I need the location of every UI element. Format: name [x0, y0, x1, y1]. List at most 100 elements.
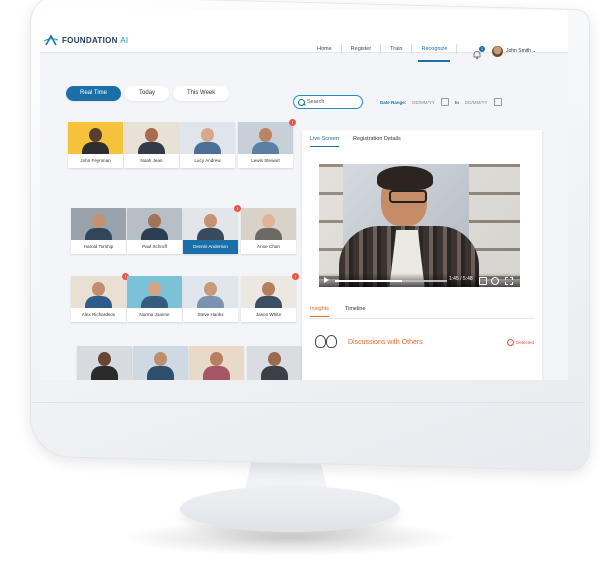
- person-photo: [127, 208, 182, 240]
- nav-menu: Home Register Train Recognize: [308, 44, 458, 62]
- logo-mark-icon: [44, 34, 58, 46]
- person-photo: [238, 122, 293, 154]
- person-card[interactable]: Jason White!: [241, 273, 299, 322]
- person-name: Dennis Anderson: [183, 240, 238, 254]
- nav-item-train[interactable]: Train: [381, 44, 413, 54]
- person-card[interactable]: Anne Chan: [241, 208, 296, 254]
- calendar-icon[interactable]: [440, 98, 449, 106]
- person-photo: [71, 276, 126, 308]
- live-video-player[interactable]: 1:45 / 5:48: [319, 164, 520, 287]
- video-progress-fill: [335, 280, 403, 282]
- person-name: Harold Torship: [83, 244, 114, 249]
- search-input[interactable]: Search: [293, 95, 363, 109]
- person-name: Paul Schroff: [142, 244, 167, 249]
- person-card[interactable]: [189, 346, 244, 380]
- people-talking-icon: [314, 331, 340, 353]
- video-controls: 1:45 / 5:48: [319, 273, 520, 287]
- person-card[interactable]: [133, 346, 188, 380]
- person-photo: [124, 122, 179, 154]
- insight-tabs: Insights Timeline: [310, 306, 366, 317]
- date-to-field[interactable]: DD/MM/YY: [465, 100, 488, 105]
- person-photo: [183, 276, 238, 308]
- person-name: Lewis Stewart: [251, 158, 280, 163]
- date-range-filter: Date Range: DD/MM/YY to DD/MM/YY: [380, 98, 502, 106]
- alert-badge: !: [234, 205, 241, 212]
- app-screen: FOUNDATION AI Home Register Train Recognize…: [40, 10, 568, 380]
- person-card[interactable]: Lucy Andrew: [180, 122, 235, 168]
- tab-registration-details[interactable]: Registration Details: [353, 136, 401, 147]
- person-photo: [183, 208, 238, 240]
- tab-insights[interactable]: Insights: [310, 306, 329, 317]
- insight-row[interactable]: Discussions with Others ! Detected: [310, 326, 534, 358]
- date-range-label: Date Range:: [380, 99, 407, 105]
- person-photo: [127, 276, 182, 308]
- person-name: Noah Jean: [140, 158, 163, 163]
- monitor-stand-base: [180, 486, 400, 532]
- tab-live-screen[interactable]: Live Screen: [310, 136, 340, 147]
- fullscreen-icon[interactable]: [505, 277, 513, 285]
- person-photo: [77, 346, 132, 380]
- person-name: Norma Joanne: [139, 312, 170, 317]
- tab-real-time[interactable]: Real Time: [66, 86, 122, 101]
- person-name: Anne Chan: [257, 244, 280, 249]
- person-name: Alex Richardson: [81, 312, 116, 317]
- tab-timeline[interactable]: Timeline: [345, 306, 366, 317]
- nav-item-recognize[interactable]: Recognize: [412, 44, 458, 62]
- person-card[interactable]: John Feynman: [68, 122, 123, 168]
- video-subject-glasses: [389, 190, 427, 203]
- people-grid: John Feynman Noah Jean Lucy Andrew Lewis St…: [68, 119, 320, 380]
- person-card[interactable]: [247, 346, 302, 380]
- person-card[interactable]: Harold Torship: [71, 208, 126, 254]
- alert-badge: !: [292, 273, 299, 280]
- person-name: John Feynman: [80, 158, 111, 163]
- video-progress-bar[interactable]: [335, 280, 447, 282]
- user-menu[interactable]: John Smith ⌄: [506, 48, 537, 54]
- divider: [310, 318, 534, 319]
- person-photo: [247, 346, 302, 380]
- date-from-field[interactable]: DD/MM/YY: [412, 100, 435, 105]
- date-to-label: to: [454, 99, 460, 105]
- person-card[interactable]: Noah Jean: [124, 122, 179, 168]
- video-subject-hair: [377, 166, 433, 190]
- tab-this-week[interactable]: This Week: [173, 86, 230, 101]
- notification-badge: 1: [479, 46, 485, 52]
- alert-badge: !: [289, 119, 296, 126]
- person-card[interactable]: Alex Richardson!: [71, 273, 129, 322]
- person-card[interactable]: Lewis Stewart!: [238, 119, 296, 168]
- person-photo: [241, 276, 296, 308]
- calendar-icon[interactable]: [493, 98, 502, 106]
- time-filter-tabs: Real Time Today This Week: [66, 86, 230, 101]
- search-placeholder: Search: [307, 99, 325, 105]
- chevron-down-icon: ⌄: [532, 48, 537, 54]
- person-card[interactable]: Steve Hanks: [183, 276, 238, 322]
- insight-status: ! Detected: [506, 338, 534, 346]
- nav-item-home[interactable]: Home: [308, 44, 342, 54]
- panel-tabs: Live Screen Registration Details: [310, 136, 401, 147]
- insight-status-label: Detected: [515, 339, 534, 345]
- search-icon: [298, 99, 305, 106]
- person-name: Lucy Andrew: [194, 158, 221, 163]
- monitor-chin: [30, 402, 585, 403]
- person-photo: [71, 208, 126, 240]
- person-card[interactable]: Paul Schroff: [127, 208, 182, 254]
- person-photo: [189, 346, 244, 380]
- person-card[interactable]: Norma Joanne: [127, 276, 182, 322]
- brand-name: FOUNDATION AI: [62, 35, 129, 45]
- person-name: Steve Hanks: [197, 312, 224, 317]
- person-photo: [68, 122, 123, 154]
- person-card[interactable]: Dennis Anderson!: [183, 205, 241, 254]
- avatar[interactable]: [492, 46, 503, 57]
- tab-today[interactable]: Today: [125, 86, 170, 101]
- person-photo: [241, 208, 296, 240]
- gear-icon[interactable]: [491, 277, 499, 285]
- detail-panel: Live Screen Registration Details 1:45 / 5…: [302, 130, 542, 380]
- alert-icon: !: [506, 338, 514, 346]
- video-time: 1:45 / 5:48: [449, 276, 473, 282]
- person-photo: [133, 346, 188, 380]
- insight-title: Discussions with Others: [348, 338, 423, 346]
- volume-icon[interactable]: [479, 277, 487, 285]
- nav-item-register[interactable]: Register: [342, 44, 382, 54]
- play-icon[interactable]: [324, 277, 329, 283]
- brand-logo[interactable]: FOUNDATION AI: [44, 34, 128, 46]
- person-card[interactable]: [77, 346, 132, 380]
